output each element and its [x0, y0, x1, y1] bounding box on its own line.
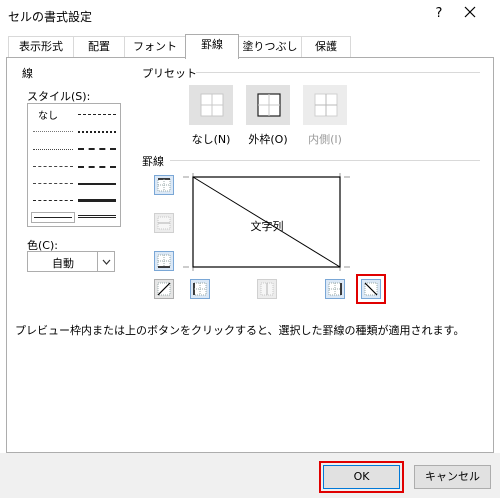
preset-inside-icon [314, 93, 338, 117]
border-divider [170, 160, 480, 161]
line-style-medium-dash-dot[interactable] [78, 148, 116, 150]
tab-number-format[interactable]: 表示形式 [8, 36, 74, 58]
line-style-medium[interactable] [78, 183, 116, 185]
dialog-title: セルの書式設定 [8, 10, 93, 24]
cancel-button[interactable]: キャンセル [414, 465, 491, 489]
tab-font[interactable]: フォント [124, 36, 186, 58]
line-style-medium-dash-dot-dot[interactable] [78, 114, 116, 115]
preset-outline-label: 外枠(O) [248, 133, 288, 146]
preview-text: 文字列 [250, 220, 284, 233]
style-label: スタイル(S): [27, 90, 91, 103]
dialog-footer: OK キャンセル [0, 453, 500, 498]
line-style-double[interactable] [78, 215, 116, 218]
line-style-none[interactable]: なし [38, 107, 58, 122]
border-bottom-button[interactable] [154, 251, 174, 271]
border-inside-vertical-icon [260, 282, 274, 296]
border-left-button[interactable] [190, 279, 210, 299]
title-bar: セルの書式設定 ? [0, 0, 500, 30]
border-diagonal-up-button[interactable] [154, 279, 174, 299]
border-right-icon [328, 282, 342, 296]
border-top-button[interactable] [154, 175, 174, 195]
border-right-button[interactable] [325, 279, 345, 299]
chevron-down-icon[interactable] [97, 252, 114, 271]
line-group-label: 線 [22, 67, 33, 80]
highlight-diagonal-down [356, 274, 386, 304]
preset-inside-label: 内側(I) [308, 133, 342, 146]
tab-fill[interactable]: 塗りつぶし [238, 36, 302, 58]
tab-alignment[interactable]: 配置 [73, 36, 125, 58]
line-style-dash-dot[interactable] [33, 183, 73, 184]
line-style-thick[interactable] [78, 199, 116, 202]
line-style-dashed[interactable] [33, 200, 73, 201]
border-inside-horizontal-icon [157, 216, 171, 230]
preset-outline-button[interactable] [246, 85, 290, 125]
preset-divider [196, 72, 480, 73]
tab-protection[interactable]: 保護 [301, 36, 351, 58]
line-style-slant-dash-dot[interactable] [78, 131, 116, 133]
help-button[interactable]: ? [432, 6, 446, 21]
help-text: プレビュー枠内または上のボタンをクリックすると、選択した罫線の種類が適用されます… [15, 324, 465, 337]
color-value: 自動 [52, 257, 74, 270]
border-top-icon [157, 178, 171, 192]
line-style-dash-dot-dot[interactable] [33, 166, 73, 167]
line-style-medium-dashed[interactable] [78, 166, 116, 168]
border-left-icon [193, 282, 207, 296]
preset-inside-button [303, 85, 347, 125]
preset-group-label: プリセット [142, 67, 197, 80]
line-style-thin-selected[interactable] [31, 212, 75, 223]
tab-strip: 表示形式 配置 フォント 罫線 塗りつぶし 保護 [6, 34, 496, 59]
tab-border[interactable]: 罫線 [185, 34, 239, 59]
color-select[interactable]: 自動 [27, 251, 115, 272]
diagonal-up-icon [157, 282, 171, 296]
border-bottom-icon [157, 254, 171, 268]
line-style-dotted[interactable] [33, 149, 73, 150]
line-style-list[interactable]: なし [27, 103, 121, 227]
border-inside-vertical-button [257, 279, 277, 299]
preset-none-button[interactable] [189, 85, 233, 125]
border-inside-horizontal-button [154, 213, 174, 233]
line-style-hair[interactable] [33, 131, 73, 132]
highlight-ok [319, 461, 404, 493]
preset-none-icon [200, 93, 224, 117]
close-icon[interactable] [462, 4, 478, 20]
preset-outline-icon [257, 93, 281, 117]
preset-none-label: なし(N) [191, 133, 231, 146]
border-group-label: 罫線 [142, 155, 164, 168]
